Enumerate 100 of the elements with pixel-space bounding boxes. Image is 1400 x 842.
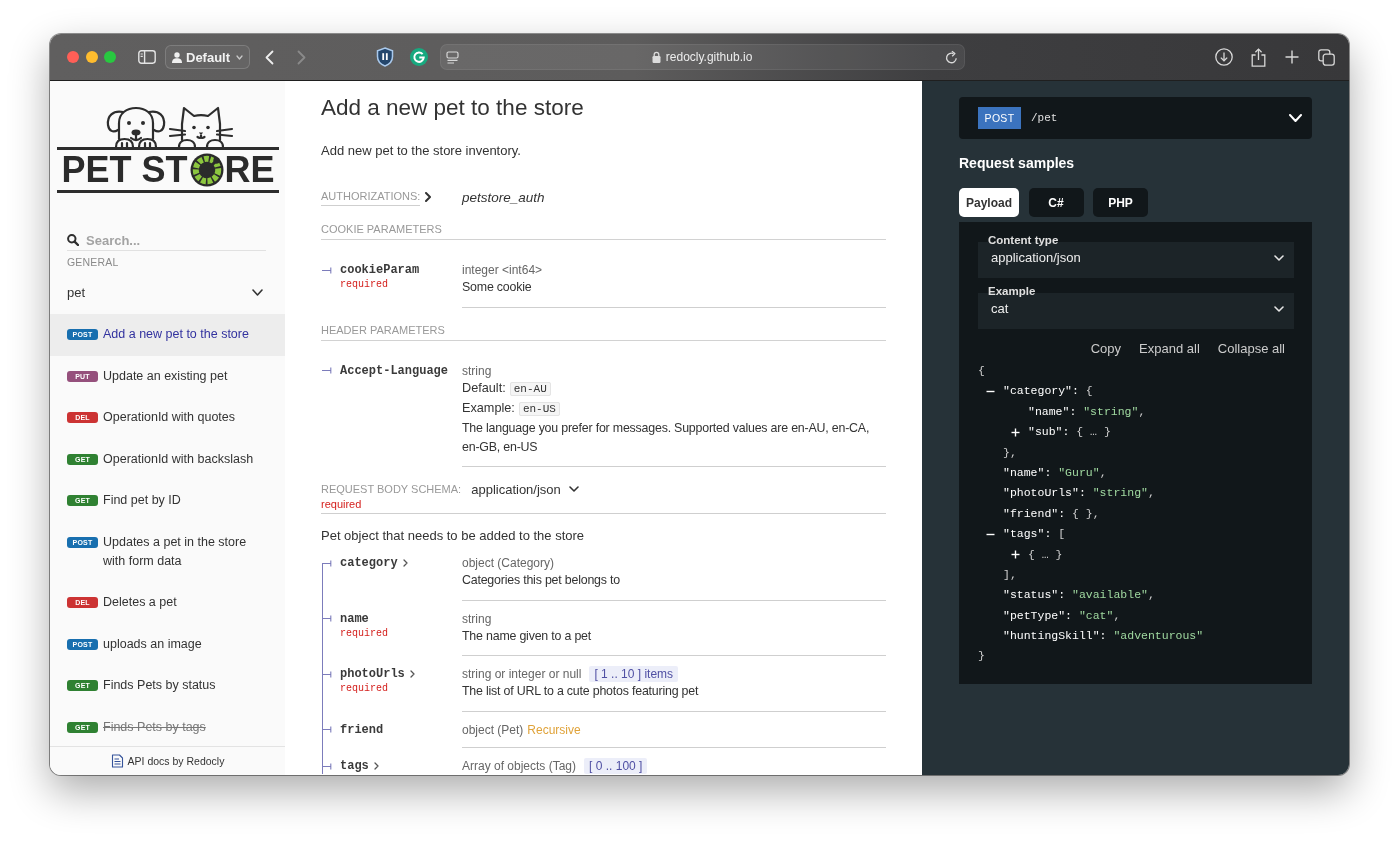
chevron-down-icon	[1289, 114, 1302, 122]
plus-icon[interactable]	[1010, 550, 1020, 560]
parameter-description: Categories this pet belongs to	[462, 572, 621, 589]
chevron-down-icon	[1274, 306, 1284, 312]
required-label: required	[340, 682, 389, 695]
code-action-link[interactable]: Copy	[1090, 340, 1122, 356]
code-line: "name": "string",	[1028, 403, 1146, 420]
code-value: en-AU	[509, 381, 551, 396]
profile-button[interactable]: Default	[165, 45, 251, 69]
code-line: "name": "Guru",	[1003, 464, 1107, 481]
code-line: "photoUrls": "string",	[1003, 485, 1155, 502]
chevron-down-icon	[568, 486, 579, 492]
search-icon	[67, 234, 79, 246]
section-heading: HEADER PARAMETERS	[321, 321, 886, 341]
default-label: Default:	[462, 380, 506, 395]
caret-down-icon	[236, 54, 244, 60]
connector-icon	[322, 726, 332, 733]
plus-icon[interactable]	[1010, 427, 1020, 437]
gauge-icon	[189, 153, 224, 187]
body-description: Pet object that needs to be added to the store	[321, 527, 586, 545]
samples-heading: Request samples	[959, 154, 1076, 172]
parameter-name[interactable]: photoUrls	[340, 666, 405, 682]
menu-group[interactable]: pet	[50, 270, 285, 314]
download-icon[interactable]	[1215, 48, 1234, 66]
connector-icon	[322, 762, 332, 770]
parameter-type: integer <int64>	[462, 262, 543, 278]
parameter-type: object (Category)	[462, 555, 555, 571]
extension-icon[interactable]	[410, 48, 429, 66]
parameter-type: Array of objects (Tag)	[462, 758, 577, 774]
sample-tab[interactable]: Payload	[959, 188, 1020, 217]
parameter-description: The language you prefer for messages. Supported values are en-AU, en-CA, en-GB, en-US	[462, 419, 871, 456]
parameter-name[interactable]: category	[340, 555, 398, 571]
code-line: {	[978, 363, 985, 379]
operation-description: Add new pet to the store inventory.	[321, 142, 522, 160]
search-input[interactable]: Search...	[86, 231, 266, 249]
parameter-description: The list of URL to a cute photos featuring pet	[462, 683, 700, 700]
parameter-type: string	[462, 610, 492, 627]
code-line: },	[1003, 444, 1017, 461]
code-line: ],	[1003, 566, 1017, 583]
code-line: "tags": [	[1003, 526, 1066, 543]
code-action-link[interactable]: Collapse all	[1217, 340, 1285, 356]
sidebar-icon[interactable]	[137, 50, 156, 64]
document-icon	[110, 754, 124, 768]
code-line: }	[978, 648, 985, 665]
logo-text: PET ST	[61, 151, 188, 189]
reload-icon[interactable]	[945, 50, 959, 64]
code-line: "sub": { … }	[1028, 424, 1111, 441]
code-action-link[interactable]: Expand all	[1139, 340, 1200, 356]
section-heading: COOKIE PARAMETERS	[321, 221, 886, 240]
media-type-select[interactable]: application/json	[471, 481, 579, 497]
parameter-name: cookieParam	[340, 262, 420, 278]
connector-icon	[322, 670, 332, 678]
code-line: "huntingSkill": "adventurous"	[1003, 628, 1204, 645]
parameter-name: Accept-Language	[340, 362, 449, 379]
sample-tab[interactable]: PHP	[1093, 188, 1149, 217]
parameter-type: string	[462, 362, 492, 379]
parameter-name[interactable]: tags	[340, 758, 369, 774]
tabs-icon[interactable]	[1317, 48, 1335, 66]
share-icon[interactable]	[1250, 47, 1266, 67]
method-badge: POST	[978, 107, 1021, 129]
person-icon	[172, 51, 182, 63]
connector-icon	[322, 615, 332, 622]
page-layout-icon[interactable]	[446, 50, 460, 64]
parameter-name: name	[340, 610, 369, 627]
sample-tab[interactable]: C#	[1028, 188, 1084, 217]
code-line: "friend": { },	[1003, 505, 1100, 522]
connector-icon	[322, 559, 332, 567]
required-label: required	[321, 497, 363, 511]
chevron-left-icon[interactable]	[265, 49, 275, 65]
section-label: GENERAL	[67, 255, 120, 269]
constraint-badge: [ 1 .. 10 ] items	[589, 666, 679, 682]
constraint-badge: [ 0 .. 100 ]	[584, 758, 648, 774]
shield-icon[interactable]	[376, 47, 395, 67]
recursive-label: Recursive	[527, 721, 581, 738]
endpoint-bar[interactable]: POST /pet	[959, 97, 1312, 139]
operation-title: Add a new pet to the store	[321, 94, 585, 122]
minimize-window-icon[interactable]	[85, 51, 98, 63]
logo-text: RE	[224, 151, 275, 189]
address-bar[interactable]: redocly.github.io	[440, 44, 966, 70]
parameter-type: string or integer or null	[462, 666, 582, 682]
parameter-name: friend	[340, 721, 384, 738]
code-line: "status": "available",	[1003, 587, 1155, 604]
parameter-type: object (Pet)	[462, 721, 524, 738]
code-line: "category": {	[1003, 383, 1093, 400]
parameter-description: Some cookie	[462, 279, 533, 296]
docs-link[interactable]: API docs by Redocly	[110, 754, 225, 768]
code-value: en-US	[518, 401, 560, 416]
required-label: required	[340, 278, 389, 291]
required-label: required	[340, 626, 388, 640]
lock-icon	[651, 51, 661, 63]
parameter-description: The name given to a pet	[462, 627, 593, 645]
code-line: "petType": "cat",	[1003, 607, 1121, 624]
code-line: { … }	[1028, 546, 1063, 563]
zoom-window-icon[interactable]	[104, 51, 116, 63]
connector-icon	[322, 367, 332, 374]
connector-icon	[322, 266, 332, 274]
chevron-down-icon	[1274, 255, 1284, 261]
section-heading: REQUEST BODY SCHEMA:	[321, 482, 462, 497]
auth-scheme-name: petstore_auth	[462, 189, 545, 205]
example-label: Example:	[462, 400, 515, 415]
